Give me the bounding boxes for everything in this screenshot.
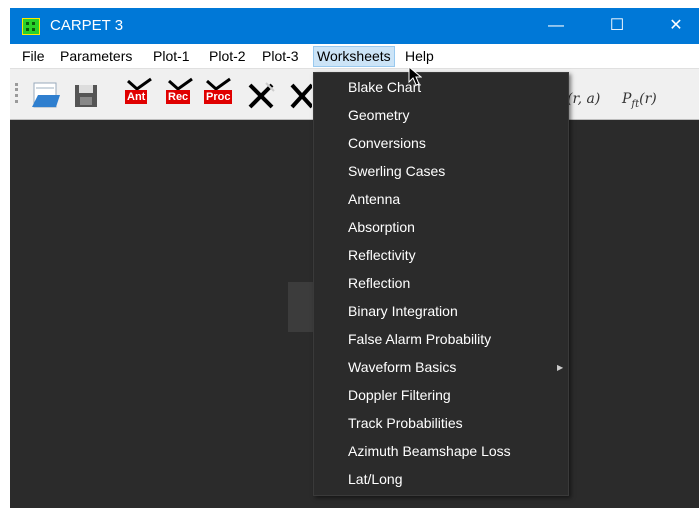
formula-label-1[interactable]: (r, a)	[567, 91, 600, 107]
menu-plot-1[interactable]: Plot-1	[150, 47, 193, 66]
close-button[interactable]: ✕	[653, 8, 699, 44]
menu-plot-2[interactable]: Plot-2	[206, 47, 249, 66]
menu-file[interactable]: File	[19, 47, 48, 66]
menu-item-antenna[interactable]: Antenna	[314, 186, 568, 213]
submenu-arrow-icon: ▶	[557, 363, 564, 372]
open-icon[interactable]	[30, 77, 62, 111]
window-title: CARPET 3	[50, 17, 124, 34]
ant-label: Ant	[125, 90, 148, 104]
rec-label: Rec	[166, 90, 191, 104]
menu-item-reflection[interactable]: Reflection	[314, 270, 568, 297]
menu-parameters[interactable]: Parameters	[57, 47, 135, 66]
save-icon[interactable]	[72, 77, 100, 111]
maximize-button[interactable]: ☐	[594, 8, 640, 44]
menu-item-azimuth-beamshape-loss[interactable]: Azimuth Beamshape Loss	[314, 438, 568, 465]
menu-item-absorption[interactable]: Absorption	[314, 214, 568, 241]
menu-item-binary-integration[interactable]: Binary Integration	[314, 298, 568, 325]
title-bar: CARPET 3 — ☐ ✕	[10, 8, 699, 44]
minimize-button[interactable]: —	[533, 8, 579, 44]
menu-item-blake-chart[interactable]: Blake Chart	[314, 74, 568, 101]
toolbar-grip-handle[interactable]	[15, 83, 21, 103]
satellite-icon[interactable]	[246, 77, 276, 111]
proc-label: Proc	[204, 90, 233, 104]
menu-item-geometry[interactable]: Geometry	[314, 102, 568, 129]
menu-item-lat-long[interactable]: Lat/Long	[314, 466, 568, 493]
menu-item-waveform-basics[interactable]: Waveform Basics ▶	[314, 354, 568, 381]
menu-plot-3[interactable]: Plot-3	[259, 47, 302, 66]
menu-help[interactable]: Help	[402, 47, 437, 66]
menu-bar: File Parameters Plot-1 Plot-2 Plot-3 Wor…	[10, 44, 699, 69]
formula-label-2[interactable]: Pft(r)	[622, 91, 657, 110]
menu-item-swerling-cases[interactable]: Swerling Cases	[314, 158, 568, 185]
menu-item-doppler-filtering[interactable]: Doppler Filtering	[314, 382, 568, 409]
menu-worksheets[interactable]: Worksheets	[313, 46, 395, 67]
app-icon	[22, 18, 40, 35]
satellite-icon-2[interactable]	[288, 77, 314, 111]
menu-item-conversions[interactable]: Conversions	[314, 130, 568, 157]
menu-item-track-probabilities[interactable]: Track Probabilities	[314, 410, 568, 437]
menu-item-reflectivity[interactable]: Reflectivity	[314, 242, 568, 269]
menu-item-false-alarm-probability[interactable]: False Alarm Probability	[314, 326, 568, 353]
app-window: CARPET 3 — ☐ ✕ File Parameters Plot-1 Pl…	[10, 8, 699, 508]
worksheets-dropdown-menu: Blake Chart Geometry Conversions Swerlin…	[313, 72, 569, 496]
